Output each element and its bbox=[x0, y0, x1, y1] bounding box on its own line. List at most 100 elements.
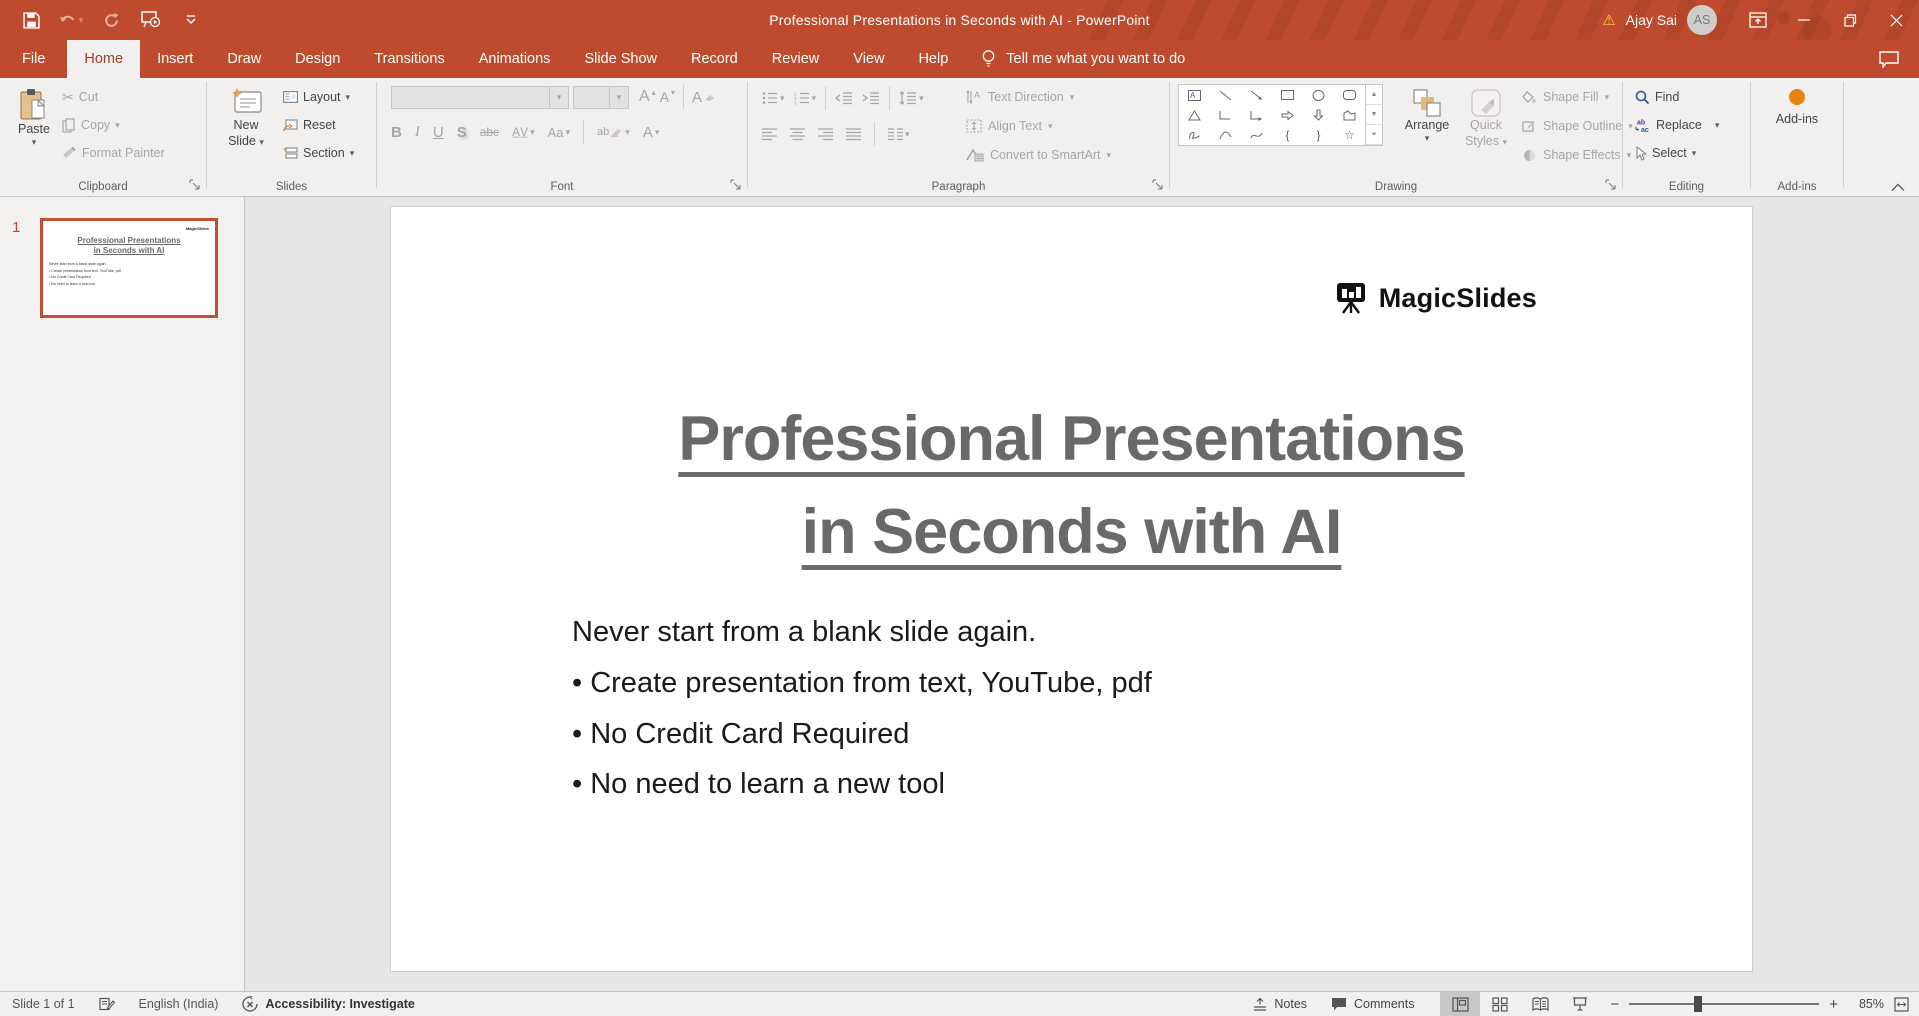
align-right-button[interactable] bbox=[818, 128, 833, 141]
increase-font-size-button[interactable]: A▴ bbox=[639, 88, 656, 106]
justify-button[interactable] bbox=[846, 128, 861, 141]
accessibility-checker[interactable]: Accessibility: Investigate bbox=[230, 992, 426, 1016]
tab-slide-show[interactable]: Slide Show bbox=[567, 40, 674, 78]
shape-star-icon[interactable]: ☆ bbox=[1334, 125, 1365, 145]
underline-button[interactable]: U bbox=[433, 124, 444, 141]
shape-triangle-icon[interactable] bbox=[1179, 105, 1210, 125]
slide-title[interactable]: Professional Presentations in Seconds wi… bbox=[391, 393, 1752, 578]
tell-me-box[interactable]: Tell me what you want to do bbox=[965, 40, 1201, 78]
gallery-more-icon[interactable]: ⏷ bbox=[1366, 125, 1382, 145]
new-slide-button[interactable]: New Slide ▾ bbox=[215, 80, 277, 172]
slide-counter[interactable]: Slide 1 of 1 bbox=[0, 992, 87, 1016]
zoom-in-button[interactable]: + bbox=[1829, 996, 1838, 1013]
normal-view-button[interactable] bbox=[1440, 992, 1480, 1016]
tab-insert[interactable]: Insert bbox=[140, 40, 210, 78]
replace-button[interactable]: abac Replace ▾ bbox=[1635, 112, 1719, 138]
columns-button[interactable]: ▾ bbox=[888, 128, 910, 141]
shape-arrow-icon[interactable] bbox=[1241, 85, 1272, 105]
text-shadow-button[interactable]: S bbox=[457, 124, 467, 141]
customize-qat-icon[interactable] bbox=[174, 5, 208, 35]
bold-button[interactable]: B bbox=[391, 124, 402, 141]
arrange-button[interactable]: Arrange ▾ bbox=[1398, 80, 1456, 172]
cut-button[interactable]: ✂ Cut bbox=[62, 84, 98, 110]
increase-indent-button[interactable] bbox=[862, 91, 880, 105]
shape-fill-button[interactable]: Shape Fill▾ bbox=[1522, 84, 1633, 110]
tab-record[interactable]: Record bbox=[674, 40, 755, 78]
shape-left-brace-icon[interactable]: { bbox=[1272, 125, 1303, 145]
addins-button[interactable]: Add-ins bbox=[1751, 78, 1843, 170]
shape-effects-button[interactable]: Shape Effects▾ bbox=[1522, 142, 1633, 168]
tab-draw[interactable]: Draw bbox=[210, 40, 278, 78]
language-indicator[interactable]: English (India) bbox=[127, 992, 231, 1016]
slide-body-text[interactable]: Never start from a blank slide again. • … bbox=[572, 607, 1152, 810]
clear-formatting-button[interactable]: A bbox=[692, 89, 716, 106]
tab-transitions[interactable]: Transitions bbox=[357, 40, 461, 78]
shape-gallery-scrollbar[interactable]: ▲ ▼ ⏷ bbox=[1365, 85, 1382, 145]
shape-curve-icon[interactable] bbox=[1241, 125, 1272, 145]
drawing-dialog-launcher-icon[interactable] bbox=[1605, 179, 1618, 192]
comments-button[interactable]: Comments bbox=[1319, 992, 1426, 1016]
strikethrough-button[interactable]: abc bbox=[480, 125, 499, 139]
shape-elbow-connector-icon[interactable] bbox=[1210, 105, 1241, 125]
tab-file[interactable]: File bbox=[0, 40, 67, 78]
gallery-scroll-down-icon[interactable]: ▼ bbox=[1366, 105, 1382, 125]
decrease-font-size-button[interactable]: A▾ bbox=[660, 89, 675, 105]
paste-button[interactable]: Paste ▾ bbox=[10, 80, 58, 172]
shape-scribble-icon[interactable] bbox=[1179, 125, 1210, 145]
user-name[interactable]: Ajay Sai bbox=[1626, 12, 1677, 28]
text-direction-button[interactable]: A Text Direction▾ bbox=[966, 84, 1111, 110]
section-button[interactable]: Section ▾ bbox=[283, 140, 354, 166]
italic-button[interactable]: I bbox=[415, 124, 420, 141]
quick-styles-button[interactable]: Quick Styles ▾ bbox=[1458, 80, 1514, 172]
spell-check-button[interactable] bbox=[87, 992, 127, 1016]
highlight-color-button[interactable]: ab▾ bbox=[597, 126, 630, 138]
fit-slide-to-window-button[interactable] bbox=[1894, 997, 1909, 1012]
shape-textbox-icon[interactable]: A bbox=[1179, 85, 1210, 105]
slide-canvas[interactable]: MagicSlides Professional Presentations i… bbox=[391, 207, 1752, 971]
minimize-button[interactable] bbox=[1781, 0, 1827, 40]
character-spacing-button[interactable]: A̲V̲ ▾ bbox=[512, 125, 535, 139]
tab-help[interactable]: Help bbox=[901, 40, 965, 78]
line-spacing-button[interactable]: ▾ bbox=[899, 91, 924, 105]
clipboard-dialog-launcher-icon[interactable] bbox=[189, 179, 202, 192]
align-left-button[interactable] bbox=[762, 128, 777, 141]
tab-design[interactable]: Design bbox=[278, 40, 357, 78]
collapse-ribbon-icon[interactable] bbox=[1891, 183, 1905, 192]
shape-freeform-icon[interactable] bbox=[1334, 105, 1365, 125]
paragraph-dialog-launcher-icon[interactable] bbox=[1152, 179, 1165, 192]
align-center-button[interactable] bbox=[790, 128, 805, 141]
shape-line-icon[interactable] bbox=[1210, 85, 1241, 105]
notes-button[interactable]: Notes bbox=[1241, 992, 1319, 1016]
zoom-slider-handle[interactable] bbox=[1694, 996, 1702, 1012]
shape-elbow-arrow-icon[interactable] bbox=[1241, 105, 1272, 125]
zoom-percentage[interactable]: 85% bbox=[1848, 997, 1884, 1011]
gallery-scroll-up-icon[interactable]: ▲ bbox=[1366, 85, 1382, 105]
shape-arc-icon[interactable] bbox=[1210, 125, 1241, 145]
tab-animations[interactable]: Animations bbox=[462, 40, 568, 78]
change-case-button[interactable]: Aa ▾ bbox=[548, 125, 570, 140]
slide-show-button[interactable] bbox=[1560, 992, 1600, 1016]
bullets-button[interactable]: ▾ bbox=[762, 91, 785, 105]
font-color-button[interactable]: A▾ bbox=[643, 124, 660, 141]
format-painter-button[interactable]: Format Painter bbox=[62, 140, 165, 166]
shape-right-arrow-icon[interactable] bbox=[1272, 105, 1303, 125]
reset-button[interactable]: Reset bbox=[283, 112, 336, 138]
reading-view-button[interactable] bbox=[1520, 992, 1560, 1016]
tab-review[interactable]: Review bbox=[755, 40, 837, 78]
layout-button[interactable]: Layout ▾ bbox=[283, 84, 350, 110]
save-icon[interactable] bbox=[14, 5, 48, 35]
start-from-beginning-icon[interactable] bbox=[134, 5, 168, 35]
comments-bubble-icon[interactable] bbox=[1859, 40, 1919, 78]
redo-icon[interactable] bbox=[94, 5, 128, 35]
align-text-button[interactable]: Align Text▾ bbox=[966, 113, 1111, 139]
find-button[interactable]: Find bbox=[1635, 84, 1679, 110]
zoom-out-button[interactable]: − bbox=[1610, 996, 1619, 1013]
slide-sorter-view-button[interactable] bbox=[1480, 992, 1520, 1016]
ribbon-display-options-icon[interactable] bbox=[1735, 0, 1781, 40]
tab-view[interactable]: View bbox=[836, 40, 901, 78]
font-dialog-launcher-icon[interactable] bbox=[730, 179, 743, 192]
convert-to-smartart-button[interactable]: Convert to SmartArt▾ bbox=[966, 142, 1111, 168]
slide-thumbnail[interactable]: MagicSlides Professional Presentationsin… bbox=[40, 218, 218, 318]
copy-button[interactable]: Copy ▾ bbox=[62, 112, 120, 138]
decrease-indent-button[interactable] bbox=[835, 91, 853, 105]
